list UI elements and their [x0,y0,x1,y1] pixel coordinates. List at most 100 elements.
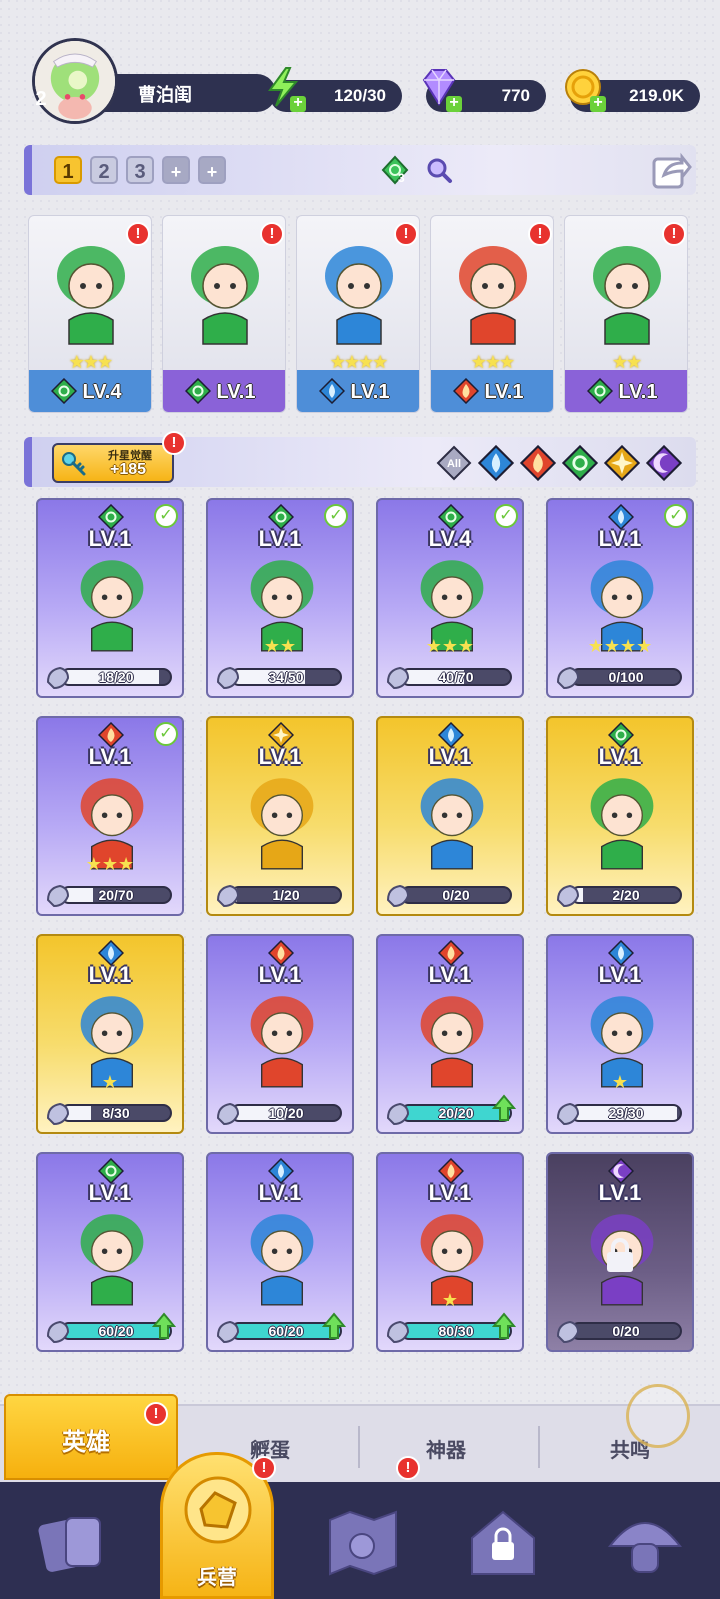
filter-water-icon[interactable] [478,445,514,481]
shard-progress-text: 0/100 [608,669,644,685]
player-name: 曹泊闺 [138,85,192,105]
upgrade-arrow-icon[interactable] [322,1312,346,1340]
hero-level: LV.1 [598,744,642,769]
shard-progress-bar: 0/100 [570,668,682,686]
hero-shard-icon [216,1320,240,1344]
hero-shard-icon [46,1320,70,1344]
shard-progress-text: 0/20 [442,887,470,903]
team-slot-level: LV.1 [216,381,256,403]
shard-progress-text: 29/30 [608,1105,644,1121]
search-icon[interactable] [424,155,454,185]
shard-progress-text: 18/20 [98,669,134,685]
hero-stars: ★★★★ [587,636,653,656]
hero-shard-icon [556,666,580,690]
hero-card[interactable]: LV.1 20/20 [376,934,524,1134]
shard-progress-text: 2/20 [612,887,640,903]
map-alert-icon: ! [396,1456,420,1480]
hero-level: LV.1 [598,962,642,987]
hero-card[interactable]: LV.1 1/20 [206,716,354,916]
filter-light-icon[interactable] [604,445,640,481]
awaken-value: +185 [110,461,147,478]
hero-level: LV.1 [88,526,132,551]
shard-progress-bar: 18/20 [60,668,172,686]
team-tab-2[interactable]: 2 [90,156,118,184]
shard-progress-bar: 34/50 [230,668,342,686]
upgrade-arrow-icon[interactable] [492,1312,516,1340]
hero-card[interactable]: LV.1 60/20 [206,1152,354,1352]
team-slot-stars: ★★ [611,352,642,372]
hero-card[interactable]: LV.1 10/20 [206,934,354,1134]
hero-level: LV.1 [88,1180,132,1205]
filter-fire-icon[interactable] [520,445,556,481]
hero-shard-icon [386,1320,410,1344]
gold-value: 219.0K [629,86,684,105]
hero-card[interactable]: LV.1 0/20 [376,716,524,916]
team-tab-1[interactable]: 1 [54,156,82,184]
gem-counter[interactable]: + 770 [422,69,546,112]
team-tab-add-1[interactable]: + [162,156,190,184]
hero-portrait [191,246,259,345]
nav-locked-shop-icon[interactable] [458,1498,548,1588]
hero-level: LV.4 [428,526,472,551]
upgrade-arrow-icon[interactable] [152,1312,176,1340]
team-slot-stars: ★★★ [470,352,515,372]
awaken-button[interactable]: 升星觉醒 +185 [52,443,174,483]
shard-progress-bar: 0/20 [400,886,512,904]
tab-heroes-label: 英雄 [62,1429,110,1456]
upgrade-arrow-icon[interactable] [492,1094,516,1122]
lock-icon [607,1238,633,1272]
energy-counter[interactable]: + 120/30 [268,67,402,112]
team-tab-3[interactable]: 3 [126,156,154,184]
hero-card[interactable]: LV.1 ✓ ★★★ 20/70 [36,716,184,916]
gold-counter[interactable]: + 219.0K [565,69,700,112]
tab-artifact[interactable]: 神器 [426,1434,466,1463]
hero-stars: ★★★ [85,854,135,874]
hero-level: LV.1 [258,962,302,987]
hero-card[interactable]: LV.1 ✓ 18/20 [36,498,184,698]
hero-portrait [590,778,654,870]
barracks-icon [184,1476,252,1544]
filter-all-icon[interactable]: All [436,445,472,481]
hero-card[interactable]: LV.1 2/20 [546,716,694,916]
hero-card[interactable]: LV.1 ★ 8/30 [36,934,184,1134]
hero-portrait [420,996,484,1088]
in-team-check-icon: ✓ [664,504,688,528]
hero-shard-icon [216,1102,240,1126]
nav-map-icon[interactable] [318,1498,408,1588]
hero-card[interactable]: LV.1 ★ 29/30 [546,934,694,1134]
share-icon[interactable] [650,149,692,191]
team-slot-alert-icon: ! [662,222,686,246]
hero-level: LV.1 [428,962,472,987]
hero-shard-icon [46,666,70,690]
hero-card[interactable]: LV.1 ★ 80/30 [376,1152,524,1352]
filter-dark-icon[interactable] [646,445,682,481]
filter-wind-icon[interactable] [562,445,598,481]
energy-add-icon[interactable]: + [290,95,306,112]
hero-shard-icon [386,666,410,690]
nav-cards-icon[interactable] [28,1498,118,1588]
green-gem-icon[interactable] [380,155,410,185]
hero-filter-bar: 升星觉醒 +185 ! All [24,431,696,487]
hero-card[interactable]: LV.1 0/20 [546,1152,694,1352]
team-tab-add-2[interactable]: + [198,156,226,184]
svg-text:All: All [447,458,461,470]
gem-add-icon[interactable]: + [446,95,462,112]
hero-level: LV.1 [88,962,132,987]
hero-stars: ★★★ [425,636,475,656]
top-status-bar: 曹泊闺 2 + 120/30 + 770 + 219.0K [24,38,704,124]
team-selector-bar: 1 2 3 + + 3 [24,145,696,195]
hero-shard-icon [386,884,410,908]
shard-progress-text: 34/50 [268,669,304,685]
hero-card[interactable]: LV.1 ✓ ★★ 34/50 [206,498,354,698]
gold-add-icon[interactable]: + [590,95,606,112]
floating-ring-button[interactable] [626,1384,690,1448]
hero-card[interactable]: LV.1 60/20 [36,1152,184,1352]
hero-shard-icon [216,884,240,908]
team-slot-alert-icon: ! [528,222,552,246]
hero-level: LV.1 [428,1180,472,1205]
team-slot-stars: ★★★★ [329,352,389,372]
hero-card[interactable]: LV.1 ✓ ★★★★ 0/100 [546,498,694,698]
nav-mushroom-icon[interactable] [600,1498,690,1588]
hero-card[interactable]: LV.4 ✓ ★★★ 40/70 [376,498,524,698]
in-team-check-icon: ✓ [324,504,348,528]
